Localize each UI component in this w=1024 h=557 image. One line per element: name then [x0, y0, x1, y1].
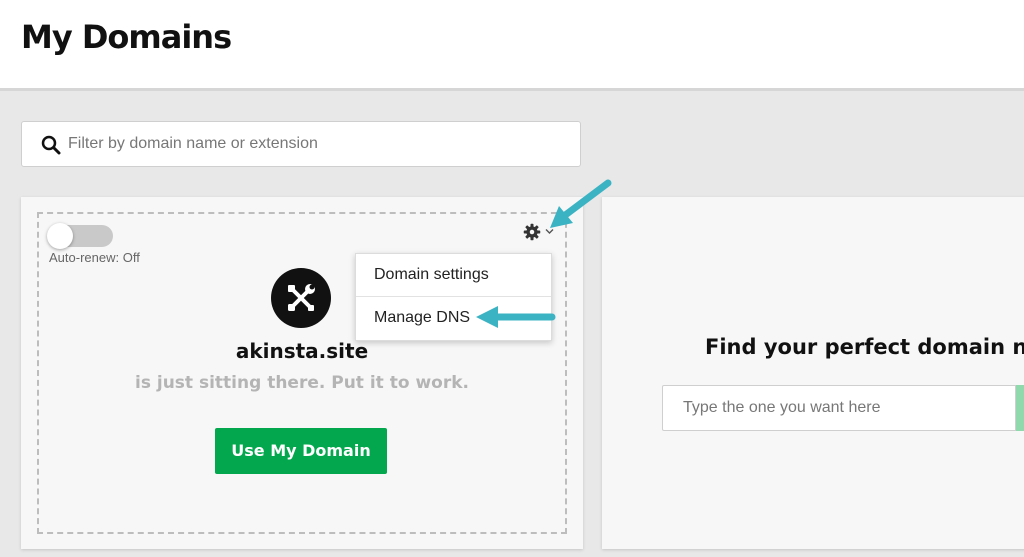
domain-search-field[interactable] [662, 385, 1016, 431]
auto-renew-toggle[interactable] [47, 223, 113, 249]
toggle-knob [47, 223, 73, 249]
page-title: My Domains [21, 18, 232, 56]
menu-item-manage-dns[interactable]: Manage DNS [356, 297, 551, 340]
domain-avatar [271, 268, 331, 328]
domain-options-menu: Domain settings Manage DNS [355, 253, 552, 341]
chevron-down-icon [545, 229, 554, 234]
domain-search-card: Find your perfect domain na [602, 197, 1024, 549]
domain-search-button[interactable] [1016, 385, 1024, 431]
find-domain-title: Find your perfect domain na [705, 335, 1024, 359]
domain-card: Auto-renew: Off akinsta.site is just sit… [21, 197, 583, 549]
domain-tagline: is just sitting there. Put it to work. [135, 373, 469, 393]
use-my-domain-button[interactable]: Use My Domain [215, 428, 387, 474]
domain-name: akinsta.site [235, 339, 369, 363]
header-bar: My Domains [0, 0, 1024, 91]
domain-search-input[interactable] [683, 395, 1003, 421]
filter-input[interactable] [68, 130, 568, 158]
domain-options-button[interactable] [523, 223, 557, 243]
gear-icon [523, 223, 541, 241]
tools-icon [288, 284, 315, 311]
domain-filter[interactable] [21, 121, 581, 167]
auto-renew-label: Auto-renew: Off [49, 250, 140, 265]
search-icon [41, 135, 61, 155]
menu-item-domain-settings[interactable]: Domain settings [356, 254, 551, 297]
